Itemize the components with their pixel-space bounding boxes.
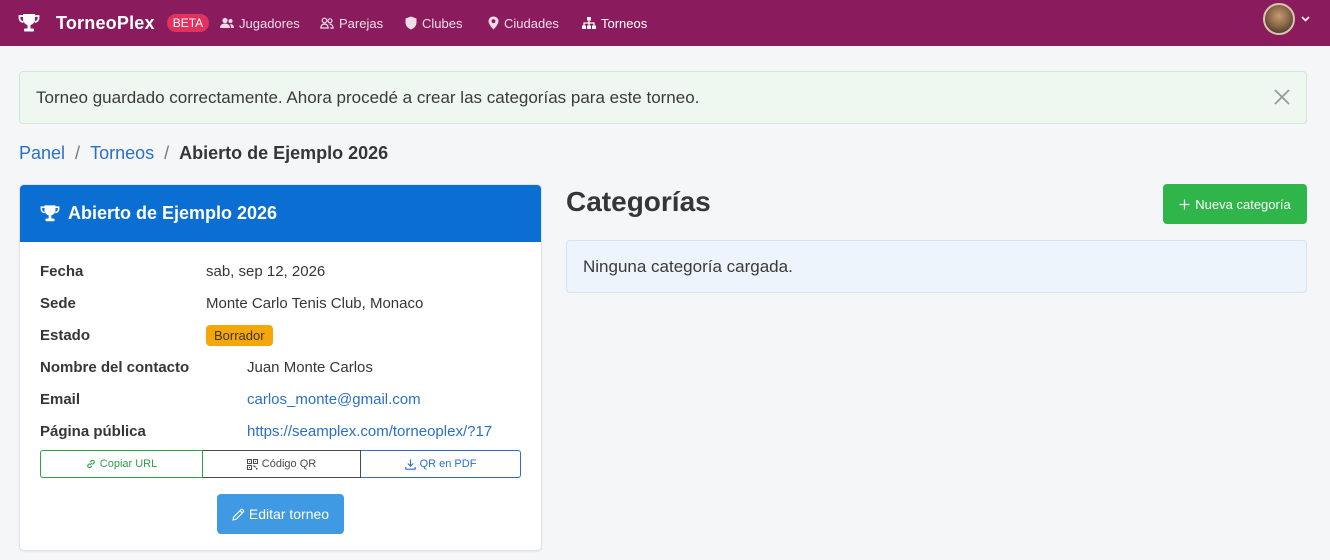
qr-code-button[interactable]: Código QR [203, 450, 361, 478]
nav-ciudades-label: Ciudades [504, 15, 559, 31]
plus-icon [1179, 199, 1190, 209]
nav-jugadores[interactable]: Jugadores [220, 0, 300, 46]
field-label: Email [40, 390, 81, 408]
field-label: Nombre del contacto [40, 358, 190, 376]
brand-name: TorneoPlex [56, 12, 155, 33]
nav-clubes-label: Clubes [422, 15, 463, 31]
field-value: Monte Carlo Tenis Club, Monaco [206, 294, 424, 312]
beta-badge: BETA [166, 14, 210, 32]
status-badge: Borrador [206, 324, 273, 346]
top-navbar: TorneoPlex BETA Jugadores Parejas Clubes… [0, 0, 1330, 46]
qr-pdf-button[interactable]: QR en PDF [361, 450, 521, 478]
alert-message: Torneo guardado correctamente. Ahora pro… [36, 87, 700, 107]
new-category-label: Nueva categoría [1195, 196, 1291, 212]
user-menu[interactable] [1263, 3, 1310, 35]
empty-categories-text: Ninguna categoría cargada. [583, 256, 793, 276]
shield-icon [405, 16, 417, 30]
nav-parejas[interactable]: Parejas [320, 0, 383, 46]
nav-jugadores-label: Jugadores [239, 15, 300, 31]
close-icon[interactable] [1271, 86, 1293, 108]
field-label: Estado [40, 326, 91, 344]
field-value: sab, sep 12, 2026 [206, 262, 326, 280]
users-icon [220, 17, 234, 28]
field-value: Juan Monte Carlos [247, 358, 373, 376]
email-link[interactable]: carlos_monte@gmail.com [247, 391, 421, 408]
nav-ciudades[interactable]: Ciudades [488, 0, 559, 46]
public-page-link[interactable]: https://seamplex.com/torneoplex/?17 [247, 423, 492, 440]
share-button-group: Copiar URL Código QR QR en PDF [40, 450, 521, 478]
nav-torneos-label: Torneos [601, 15, 648, 31]
link-icon [87, 459, 95, 469]
card-title: Abierto de Ejemplo 2026 [68, 203, 278, 223]
card-header: Abierto de Ejemplo 2026 [20, 185, 541, 242]
new-category-button[interactable]: Nueva categoría [1163, 184, 1307, 224]
copy-url-button[interactable]: Copiar URL [40, 450, 203, 478]
map-pin-icon [488, 16, 499, 30]
categories-title: Categorías [566, 186, 711, 217]
download-icon [404, 459, 416, 470]
brand[interactable]: TorneoPlex BETA [18, 0, 210, 46]
chevron-down-icon [1301, 16, 1310, 22]
copy-url-label: Copiar URL [99, 458, 158, 470]
field-label: Fecha [40, 262, 84, 280]
avatar [1263, 3, 1295, 35]
trophy-icon [40, 205, 60, 222]
breadcrumb-separator: / [75, 143, 81, 163]
tournament-card: Abierto de Ejemplo 2026 Fecha sab, sep 1… [19, 184, 542, 551]
field-label: Sede [40, 294, 76, 312]
edit-tournament-label: Editar torneo [248, 506, 330, 522]
breadcrumb-torneos[interactable]: Torneos [90, 143, 154, 164]
trophy-icon [18, 14, 40, 32]
sitemap-icon [582, 17, 596, 29]
pencil-icon [232, 508, 245, 521]
qr-code-label: Código QR [261, 458, 317, 470]
breadcrumb-current: Abierto de Ejemplo 2026 [179, 143, 389, 163]
qr-pdf-label: QR en PDF [419, 458, 477, 470]
nav-parejas-label: Parejas [339, 15, 384, 31]
qr-code-icon [246, 458, 258, 470]
breadcrumb: Panel / Torneos / Abierto de Ejemplo 202… [19, 143, 388, 164]
breadcrumb-panel[interactable]: Panel [19, 143, 65, 164]
empty-categories-notice: Ninguna categoría cargada. [566, 240, 1307, 293]
edit-tournament-button[interactable]: Editar torneo [217, 494, 344, 534]
success-alert: Torneo guardado correctamente. Ahora pro… [19, 71, 1307, 124]
breadcrumb-separator: / [164, 143, 170, 163]
nav-clubes[interactable]: Clubes [405, 0, 462, 46]
field-label: Página pública [40, 422, 146, 440]
user-pair-icon [320, 17, 334, 29]
nav-torneos[interactable]: Torneos [582, 0, 647, 46]
